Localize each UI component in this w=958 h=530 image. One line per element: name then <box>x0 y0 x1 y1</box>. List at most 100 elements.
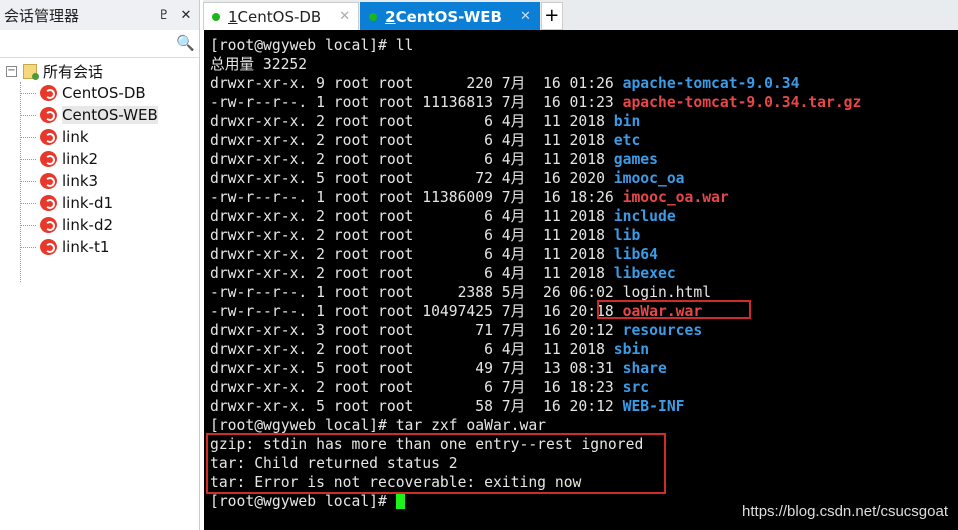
tab-number: 1 <box>228 7 238 26</box>
session-manager-title: 会话管理器 <box>4 6 80 25</box>
file-info: -rw-r--r--. 1 root root 11386009 7月 16 1… <box>210 189 623 206</box>
ls-entry: drwxr-xr-x. 2 root root 6 4月 11 2018 gam… <box>210 150 958 169</box>
ls-entry: drwxr-xr-x. 5 root root 72 4月 16 2020 im… <box>210 169 958 188</box>
session-label: CentOS-WEB <box>62 106 158 124</box>
session-manager: 会话管理器 ♇ ✕ 🔍 − 所有会话 CentOS-DB CentOS-WEB li… <box>0 0 200 530</box>
folder-icon <box>23 63 39 80</box>
file-name: WEB-INF <box>622 398 685 415</box>
ls-entry: drwxr-xr-x. 2 root root 6 4月 11 2018 inc… <box>210 207 958 226</box>
session-icon <box>40 151 57 167</box>
close-tab-icon[interactable]: ✕ <box>339 9 350 24</box>
ls-entry: -rw-r--r--. 1 root root 11386009 7月 16 1… <box>210 188 958 207</box>
session-item[interactable]: link-d1 <box>0 192 199 214</box>
pin-icon[interactable]: ♇ <box>155 8 173 23</box>
ls-entry: drwxr-xr-x. 2 root root 6 4月 11 2018 etc <box>210 131 958 150</box>
session-item[interactable]: CentOS-WEB <box>0 104 199 126</box>
session-item[interactable]: link2 <box>0 148 199 170</box>
ls-entry: drwxr-xr-x. 9 root root 220 7月 16 01:26 … <box>210 74 958 93</box>
file-name: sbin <box>613 341 650 358</box>
tree-root-label: 所有会话 <box>43 62 104 81</box>
file-info: drwxr-xr-x. 2 root root 6 4月 11 2018 <box>210 227 614 244</box>
cursor <box>395 493 405 509</box>
file-info: drwxr-xr-x. 2 root root 6 4月 11 2018 <box>210 246 614 263</box>
session-label: link <box>62 128 89 146</box>
session-item[interactable]: link <box>0 126 199 148</box>
file-name: login.html <box>622 284 712 301</box>
file-name: games <box>613 151 658 168</box>
file-name: etc <box>613 132 641 149</box>
search-icon[interactable]: 🔍 <box>176 34 195 52</box>
close-icon[interactable]: ✕ <box>177 8 195 23</box>
tab-label: CentOS-DB <box>237 7 322 26</box>
session-item[interactable]: link3 <box>0 170 199 192</box>
ls-entry: drwxr-xr-x. 2 root root 6 4月 11 2018 sbi… <box>210 340 958 359</box>
ls-entry: -rw-r--r--. 1 root root 11136813 7月 16 0… <box>210 93 958 112</box>
ls-entry: drwxr-xr-x. 2 root root 6 4月 11 2018 lib <box>210 226 958 245</box>
session-label: link-d2 <box>62 216 114 234</box>
file-info: drwxr-xr-x. 3 root root 71 7月 16 20:12 <box>210 322 623 339</box>
new-tab-button[interactable]: + <box>540 2 563 30</box>
file-info: drwxr-xr-x. 2 root root 6 4月 11 2018 <box>210 113 614 130</box>
session-tree: − 所有会话 CentOS-DB CentOS-WEB link link2 link3… <box>0 58 199 282</box>
session-tab[interactable]: 1 CentOS-DB ✕ <box>203 2 360 30</box>
session-tab[interactable]: 2 CentOS-WEB ✕ <box>360 2 540 30</box>
session-icon <box>40 107 57 123</box>
file-name: lib <box>613 227 641 244</box>
session-label: CentOS-DB <box>62 84 146 102</box>
prompt: [root@wgyweb local]# <box>210 493 396 510</box>
session-search-input[interactable] <box>0 30 170 56</box>
terminal[interactable]: [root@wgyweb local]# ll 总用量 32252 drwxr-… <box>204 30 958 530</box>
ls-entry: drwxr-xr-x. 5 root root 58 7月 16 20:12 W… <box>210 397 958 416</box>
file-name: libexec <box>613 265 676 282</box>
file-info: drwxr-xr-x. 5 root root 58 7月 16 20:12 <box>210 398 623 415</box>
watermark: https://blog.csdn.net/csucsgoat <box>742 503 948 520</box>
highlight-box-oawar <box>597 300 751 319</box>
highlight-box-errors <box>206 433 666 494</box>
ls-entry: drwxr-xr-x. 3 root root 71 7月 16 20:12 r… <box>210 321 958 340</box>
session-item[interactable]: CentOS-DB <box>0 82 199 104</box>
file-info: drwxr-xr-x. 2 root root 6 4月 11 2018 <box>210 208 614 225</box>
ls-entry: drwxr-xr-x. 2 root root 6 4月 11 2018 lib… <box>210 264 958 283</box>
session-label: link2 <box>62 150 99 168</box>
session-icon <box>40 217 57 233</box>
session-label: link-t1 <box>62 238 110 256</box>
session-search: 🔍 <box>0 30 199 58</box>
ls-entry: -rw-r--r--. 1 root root 10497425 7月 16 2… <box>210 302 958 321</box>
file-name: apache-tomcat-9.0.34 <box>622 75 800 92</box>
ls-entry: -rw-r--r--. 1 root root 2388 5月 26 06:02… <box>210 283 958 302</box>
status-dot-icon <box>212 12 220 21</box>
file-info: -rw-r--r--. 1 root root 2388 5月 26 06:02 <box>210 284 623 301</box>
session-label: link-d1 <box>62 194 114 212</box>
session-label: link3 <box>62 172 99 190</box>
tab-bar: 1 CentOS-DB ✕ 2 CentOS-WEB ✕ + <box>203 0 958 30</box>
file-info: drwxr-xr-x. 2 root root 6 4月 11 2018 <box>210 132 614 149</box>
file-name: share <box>622 360 667 377</box>
status-dot-icon <box>369 12 378 21</box>
file-info: drwxr-xr-x. 5 root root 49 7月 13 08:31 <box>210 360 623 377</box>
terminal-line: 总用量 32252 <box>210 56 308 73</box>
session-icon <box>40 85 57 101</box>
file-name: apache-tomcat-9.0.34.tar.gz <box>622 94 862 111</box>
session-icon <box>40 173 57 189</box>
ls-entry: drwxr-xr-x. 5 root root 49 7月 13 08:31 s… <box>210 359 958 378</box>
session-icon <box>40 195 57 211</box>
file-name: imooc_oa.war <box>622 189 729 206</box>
file-name: lib64 <box>613 246 658 263</box>
session-icon <box>40 239 57 255</box>
ls-entry: drwxr-xr-x. 2 root root 6 7月 16 18:23 sr… <box>210 378 958 397</box>
file-info: drwxr-xr-x. 2 root root 6 4月 11 2018 <box>210 265 614 282</box>
collapse-icon[interactable]: − <box>6 65 17 77</box>
file-name: resources <box>622 322 703 339</box>
session-icon <box>40 129 57 145</box>
tab-number: 2 <box>385 7 396 26</box>
session-item[interactable]: link-t1 <box>0 236 199 258</box>
terminal-line: [root@wgyweb local]# ll <box>210 37 414 54</box>
close-tab-icon[interactable]: ✕ <box>520 9 531 24</box>
session-manager-header: 会话管理器 ♇ ✕ <box>0 0 199 30</box>
file-name: bin <box>613 113 641 130</box>
session-item[interactable]: link-d2 <box>0 214 199 236</box>
tab-label: CentOS-WEB <box>395 7 502 26</box>
file-name: include <box>613 208 676 225</box>
file-info: -rw-r--r--. 1 root root 10497425 7月 16 2… <box>210 303 623 320</box>
tree-root-all-sessions[interactable]: − 所有会话 <box>0 60 199 82</box>
